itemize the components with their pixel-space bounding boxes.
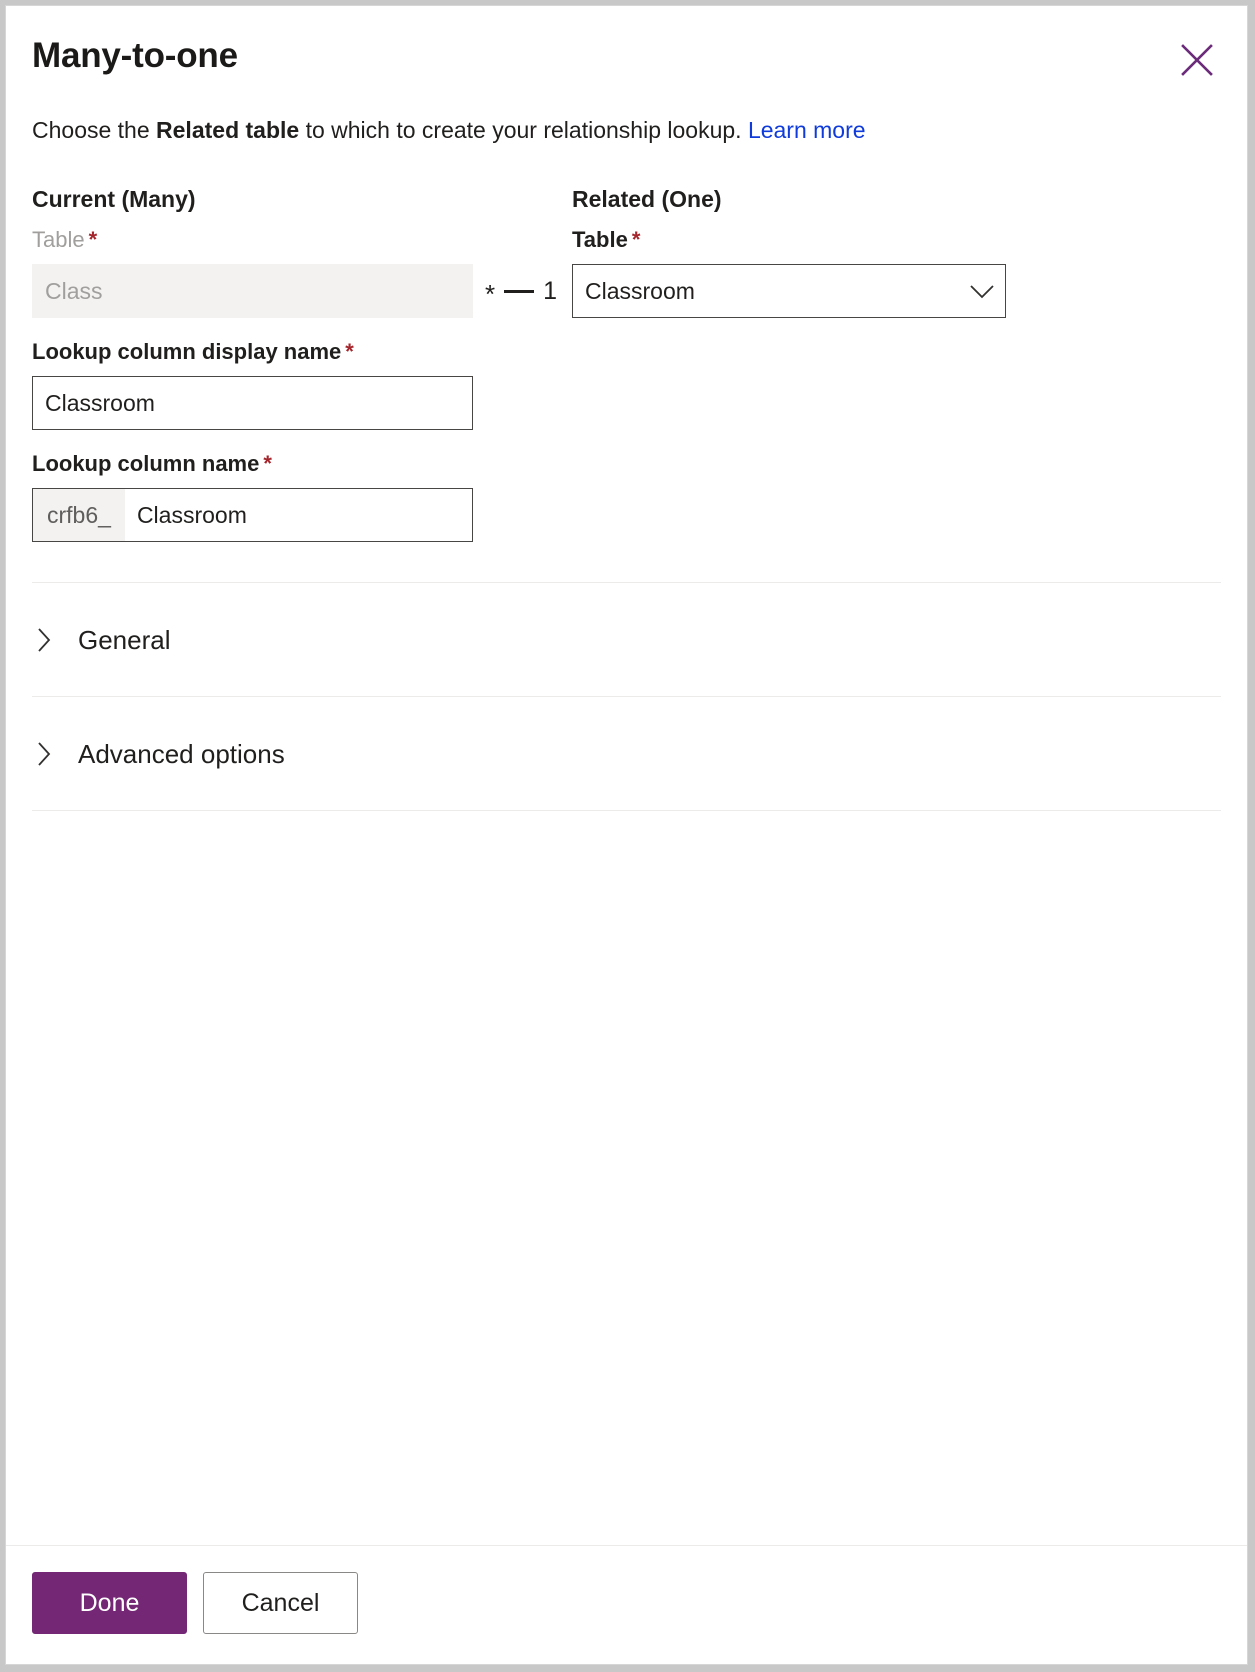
table-selection-row: Current (Many) Table * Class * 1 Related…: [32, 184, 1221, 318]
current-many-group: Current (Many) Table * Class * 1: [32, 184, 572, 318]
dialog-description: Choose the Related table to which to cre…: [6, 78, 1247, 146]
section-general-label: General: [78, 624, 171, 655]
chevron-right-icon: [36, 741, 78, 767]
description-strong: Related table: [156, 117, 300, 143]
dialog-header: Many-to-one: [6, 6, 1247, 78]
lookup-display-name-required-asterisk: *: [345, 339, 354, 364]
lookup-name-value: Classroom: [136, 501, 247, 528]
related-table-dropdown[interactable]: Classroom: [572, 264, 1006, 318]
relationship-indicator: * 1: [473, 264, 569, 318]
many-to-one-dialog: Many-to-one Choose the Related table to …: [5, 5, 1248, 1665]
lookup-name-field: Lookup column name * crfb6_ Classroom: [32, 450, 1221, 542]
page-title: Many-to-one: [32, 36, 238, 75]
related-one-heading: Related (One): [572, 186, 722, 212]
lookup-display-name-field: Lookup column display name * Classroom: [32, 338, 1221, 430]
related-table-value: Classroom: [585, 277, 695, 304]
current-many-heading: Current (Many): [32, 186, 196, 212]
lookup-display-name-value: Classroom: [45, 389, 155, 416]
lookup-name-required-asterisk: *: [263, 451, 272, 476]
learn-more-link[interactable]: Learn more: [748, 117, 866, 143]
current-table-required-asterisk: *: [88, 227, 98, 252]
related-one-group: Related (One) Table * Classroom: [572, 184, 1221, 318]
relationship-one-symbol: 1: [543, 276, 558, 305]
lookup-name-label: Lookup column name *: [32, 450, 1221, 478]
dialog-body: Current (Many) Table * Class * 1 Related…: [6, 146, 1247, 1178]
cancel-button[interactable]: Cancel: [203, 1572, 358, 1634]
relationship-line-icon: [504, 289, 535, 293]
chevron-right-icon: [36, 627, 78, 653]
related-table-required-asterisk: *: [631, 227, 641, 252]
current-table-input: Class: [32, 264, 473, 318]
close-icon: [1180, 43, 1214, 77]
description-prefix: Choose the: [32, 117, 157, 143]
dialog-footer: Done Cancel: [6, 1545, 1247, 1664]
current-table-label: Table *: [32, 226, 572, 254]
lookup-name-prefix: crfb6_: [33, 489, 125, 541]
relationship-many-symbol: *: [485, 279, 496, 309]
lookup-name-label-text: Lookup column name: [32, 451, 260, 476]
lookup-name-input[interactable]: Classroom: [125, 489, 472, 541]
lookup-display-name-label-text: Lookup column display name: [32, 339, 342, 364]
chevron-down-icon: [959, 284, 1005, 299]
current-table-label-text: Table: [32, 227, 85, 252]
lookup-display-name-label: Lookup column display name *: [32, 338, 1221, 366]
description-suffix: to which to create your relationship loo…: [299, 117, 748, 143]
section-advanced-options[interactable]: Advanced options: [32, 696, 1221, 811]
lookup-display-name-input[interactable]: Classroom: [32, 376, 473, 430]
section-advanced-options-label: Advanced options: [78, 738, 285, 769]
collapsible-sections: General Advanced options: [32, 582, 1221, 811]
section-general[interactable]: General: [32, 582, 1221, 696]
current-table-value: Class: [45, 277, 103, 304]
lookup-name-input-group: crfb6_ Classroom: [32, 488, 473, 542]
done-button[interactable]: Done: [32, 1572, 187, 1634]
related-table-label-text: Table: [572, 227, 628, 252]
related-table-label: Table *: [572, 226, 1221, 254]
close-button[interactable]: [1169, 32, 1225, 88]
